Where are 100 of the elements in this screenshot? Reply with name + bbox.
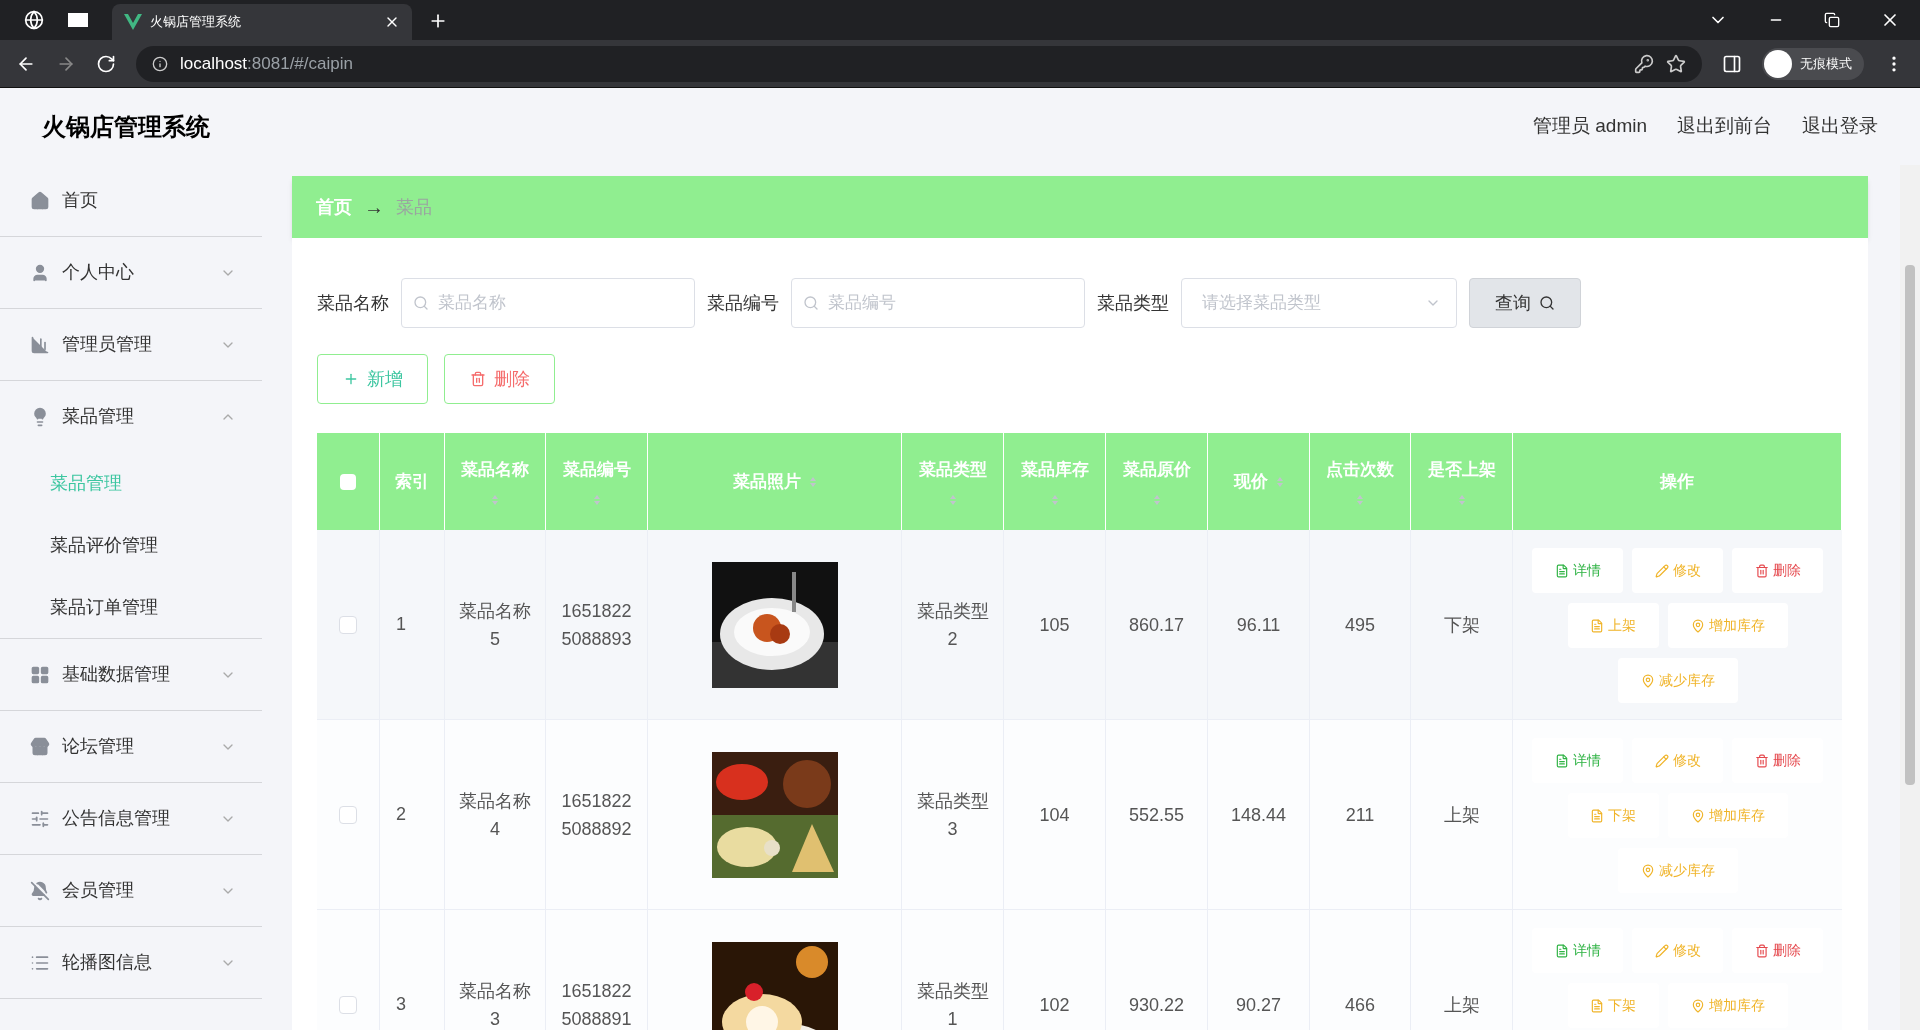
table-cell: 1651822 5088891 [546,910,648,1030]
filter-label: 菜品名称 [317,291,389,315]
row-checkbox[interactable] [339,615,357,634]
side-panel-icon[interactable] [1722,53,1742,74]
header-link[interactable]: 管理员 admin [1532,112,1647,141]
header-link[interactable]: 退出到前台 [1677,112,1772,141]
pin-icon [1640,673,1655,688]
row-action-button[interactable]: 详情 [1532,548,1623,593]
row-action-button[interactable]: 修改 [1632,548,1723,593]
row-action-button[interactable]: 减少库存 [1617,658,1738,703]
header-link[interactable]: 退出登录 [1802,112,1878,141]
v-logo-icon [124,14,142,30]
sidebar-item[interactable]: 会员管理 [0,855,262,926]
row-action-button[interactable]: 上架 [1567,603,1659,648]
star-icon[interactable] [1666,53,1686,74]
delete-button[interactable]: 删除 [444,354,555,404]
scrollbar-thumb[interactable] [1905,265,1915,785]
app-title: 火锅店管理系统 [42,111,210,142]
table-cell: 105 [1004,530,1106,719]
window-icon[interactable] [68,13,88,27]
search-field[interactable]: 菜品编号 [791,278,1085,328]
pin-icon [1690,808,1705,823]
sidebar-item[interactable]: 论坛管理 [0,711,262,782]
sidebar-item[interactable]: 首页 [0,165,262,236]
reload-icon[interactable] [96,53,116,74]
breadcrumb-current: 菜品 [396,195,432,219]
sort-icon[interactable] [1050,494,1059,507]
table-cell: 860.17 [1106,530,1208,719]
address-bar[interactable]: localhost:8081/#/caipin [136,45,1702,82]
table-cell: 菜品类型 1 [902,910,1004,1030]
info-icon [152,55,168,72]
sidebar-item[interactable]: 个人中心 [0,237,262,308]
table-cell: 菜品类型 3 [902,720,1004,909]
table-cell: 3 [380,910,445,1030]
filter-label: 菜品类型 [1097,291,1169,315]
row-action-button[interactable]: 删除 [1732,548,1823,593]
document-icon [1590,808,1604,823]
table-cell: 1651822 5088892 [546,720,648,909]
trash-icon [469,371,486,387]
select-all-checkbox[interactable] [340,473,356,490]
table-cell: 96.11 [1208,530,1310,719]
trash-icon [1754,753,1769,768]
add-button[interactable]: 新增 [317,354,428,404]
sidebar-item[interactable]: 菜品管理 [0,381,262,452]
sort-icon[interactable] [1356,494,1364,507]
table-cell: 菜品名称 5 [445,530,546,719]
sidebar-item[interactable]: 基础数据管理 [0,639,262,710]
table-cell: 211 [1310,720,1411,909]
document-icon [1590,998,1604,1013]
sidebar-item[interactable]: 管理员管理 [0,309,262,380]
sort-icon[interactable] [1457,494,1466,507]
sort-icon[interactable] [491,494,499,507]
table-cell: 90.27 [1208,910,1310,1030]
sort-icon[interactable] [1275,475,1284,488]
table-cell: 上架 [1411,720,1513,909]
row-action-button[interactable]: 增加库存 [1667,603,1788,648]
trash-icon [1754,943,1769,958]
sort-icon[interactable] [1152,494,1161,507]
table-cell: 1651822 5088893 [546,530,648,719]
grid-icon [30,664,50,685]
table-cell: 930.22 [1106,910,1208,1030]
table-cell: 菜品名称 4 [445,720,546,909]
submenu-item[interactable]: 菜品评价管理 [0,514,262,576]
pin-icon [1690,618,1705,633]
document-icon [1590,618,1604,633]
detail-icon [1554,753,1569,768]
submenu-item[interactable]: 菜品管理 [0,452,262,514]
query-button[interactable]: 查询 [1469,278,1581,328]
pin-icon [1640,863,1655,878]
url-path: :8081/#/caipin [247,52,353,75]
table-cell: 104 [1004,720,1106,909]
filter-label: 菜品编号 [707,291,779,315]
sort-icon[interactable] [808,475,817,488]
browser-tab[interactable]: 火锅店管理系统 [112,4,412,40]
sort-icon[interactable] [592,494,601,507]
submenu-item[interactable]: 菜品订单管理 [0,576,262,638]
globe-icon[interactable] [24,10,44,30]
table-cell: 上架 [1411,910,1513,1030]
select-field[interactable]: 请选择菜品类型 [1181,278,1457,328]
bell-off-icon [30,880,50,901]
table-cell: 148.44 [1208,720,1310,909]
table-cell: 1 [380,530,445,719]
row-checkbox[interactable] [339,805,357,824]
search-field[interactable]: 菜品名称 [401,278,695,328]
incognito-badge[interactable]: 无痕模式 [1762,47,1864,80]
search-icon [1539,295,1555,311]
row-checkbox[interactable] [339,995,357,1014]
pin-icon [1690,998,1705,1013]
pencil-icon [1654,563,1669,578]
home-icon [30,190,50,211]
search-icon [803,295,819,311]
sort-icon[interactable] [948,494,957,507]
restore-icon[interactable] [1824,12,1840,28]
detail-icon [1554,943,1569,958]
sidebar-item[interactable]: 轮播图信息 [0,927,262,998]
key-icon[interactable] [1634,53,1654,74]
table-cell: 495 [1310,530,1411,719]
table-cell: 菜品名称 3 [445,910,546,1030]
pencil-icon [1654,943,1669,958]
sidebar-item[interactable]: 公告信息管理 [0,783,262,854]
